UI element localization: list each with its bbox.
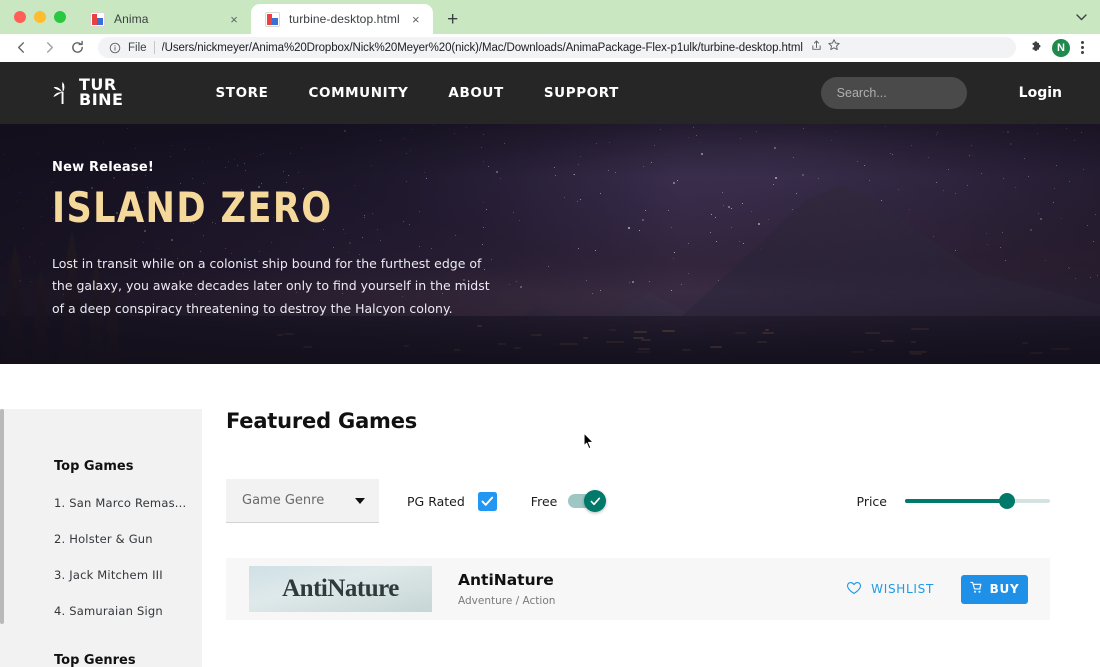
chevron-down-icon[interactable] <box>1068 4 1094 30</box>
sidebar: Top Games 1. San Marco Remas... 2. Holst… <box>0 409 202 667</box>
shopping-cart-icon <box>970 581 983 597</box>
wishlist-button[interactable]: WISHLIST <box>846 581 934 598</box>
hero-banner: New Release! ISLAND ZERO Lost in transit… <box>0 124 1100 364</box>
hero-eyebrow: New Release! <box>52 160 522 175</box>
browser-toolbar: File /Users/nickmeyer/Anima%20Dropbox/Ni… <box>0 34 1100 62</box>
tab-title: turbine-desktop.html <box>289 12 400 26</box>
price-slider[interactable] <box>905 491 1050 511</box>
wishlist-label: WISHLIST <box>871 582 934 596</box>
hero-title: ISLAND ZERO <box>52 187 489 229</box>
game-card-antinature[interactable]: AntiNature AntiNature Adventure / Action… <box>226 558 1050 620</box>
heart-outline-icon <box>846 581 862 598</box>
pg-rated-filter[interactable]: PG Rated <box>407 492 497 511</box>
anima-favicon <box>90 12 105 27</box>
sidebar-item-game-2[interactable]: 2. Holster & Gun <box>54 532 202 546</box>
game-thumbnail-text: AntiNature <box>282 575 399 603</box>
checkmark-icon <box>481 496 494 507</box>
star-icon[interactable] <box>827 38 841 57</box>
sidebar-item-game-1[interactable]: 1. San Marco Remas... <box>54 496 202 510</box>
game-card-info: AntiNature Adventure / Action <box>458 571 846 607</box>
search-placeholder: Search... <box>837 86 887 100</box>
tab-strip: Anima × turbine-desktop.html × + <box>0 0 1100 34</box>
divider <box>154 41 155 54</box>
nav-link-store[interactable]: STORE <box>215 85 308 101</box>
site-logo[interactable]: TUR BINE <box>52 78 123 108</box>
share-icon[interactable] <box>810 39 823 57</box>
forward-arrow-icon[interactable] <box>36 35 62 61</box>
close-window-button[interactable] <box>14 11 26 23</box>
sidebar-heading-top-games: Top Games <box>54 459 202 474</box>
game-genre: Adventure / Action <box>458 595 846 607</box>
free-filter[interactable]: Free <box>531 494 603 509</box>
turbine-blades-icon <box>52 80 74 106</box>
pg-rated-checkbox[interactable] <box>478 492 497 511</box>
sidebar-heading-top-genres: Top Genres <box>54 653 202 667</box>
chevron-down-icon <box>355 498 365 504</box>
nav-link-about[interactable]: ABOUT <box>448 85 543 101</box>
price-label: Price <box>857 494 888 509</box>
free-label: Free <box>531 494 558 509</box>
url-text: /Users/nickmeyer/Anima%20Dropbox/Nick%20… <box>162 42 803 54</box>
window-traffic-lights <box>8 0 76 34</box>
game-genre-value: Game Genre <box>242 493 324 508</box>
browser-tab-turbine-desktop[interactable]: turbine-desktop.html × <box>251 4 433 34</box>
browser-window: Anima × turbine-desktop.html × + <box>0 0 1100 667</box>
hero-description: Lost in transit while on a colonist ship… <box>52 253 492 320</box>
page-title: Featured Games <box>226 409 1050 433</box>
page-scrollbar[interactable] <box>0 409 4 624</box>
maximize-window-button[interactable] <box>54 11 66 23</box>
hero-content: New Release! ISLAND ZERO Lost in transit… <box>52 160 522 320</box>
new-tab-button[interactable]: + <box>439 5 467 33</box>
pg-rated-label: PG Rated <box>407 494 465 509</box>
browser-tab-anima[interactable]: Anima × <box>76 4 251 34</box>
buy-label: BUY <box>990 582 1020 596</box>
slider-fill <box>905 499 1007 503</box>
checkmark-icon <box>590 497 601 506</box>
reload-icon[interactable] <box>64 35 90 61</box>
page-viewport: TUR BINE STORE COMMUNITY ABOUT SUPPORT S… <box>0 62 1100 667</box>
game-title: AntiNature <box>458 571 846 589</box>
login-link[interactable]: Login <box>1019 85 1062 101</box>
close-icon[interactable]: × <box>227 12 241 26</box>
close-icon[interactable]: × <box>409 12 423 26</box>
buy-button[interactable]: BUY <box>961 575 1028 604</box>
sidebar-item-game-3[interactable]: 3. Jack Mitchem III <box>54 568 202 582</box>
three-dot-menu-icon[interactable] <box>1072 38 1092 58</box>
address-bar[interactable]: File /Users/nickmeyer/Anima%20Dropbox/Ni… <box>98 37 1016 58</box>
info-circle-icon[interactable] <box>108 41 121 54</box>
main-content: Featured Games Game Genre PG Rated <box>202 364 1100 620</box>
slider-thumb[interactable] <box>999 493 1015 509</box>
game-thumbnail: AntiNature <box>249 566 432 612</box>
free-toggle[interactable] <box>568 494 602 508</box>
nav-link-support[interactable]: SUPPORT <box>544 85 659 101</box>
price-filter: Price <box>857 491 1051 511</box>
site-header: TUR BINE STORE COMMUNITY ABOUT SUPPORT S… <box>0 62 1100 124</box>
profile-avatar[interactable]: N <box>1052 39 1070 57</box>
url-scheme-label: File <box>128 42 147 54</box>
sidebar-item-game-4[interactable]: 4. Samuraian Sign <box>54 604 202 618</box>
tab-title: Anima <box>114 12 218 26</box>
nav-link-community[interactable]: COMMUNITY <box>309 85 449 101</box>
anima-favicon <box>265 12 280 27</box>
puzzle-piece-icon[interactable] <box>1024 35 1050 61</box>
back-arrow-icon[interactable] <box>8 35 34 61</box>
site-search-input[interactable]: Search... <box>821 77 967 109</box>
filter-bar: Game Genre PG Rated Free <box>226 479 1050 523</box>
primary-navigation: STORE COMMUNITY ABOUT SUPPORT <box>215 85 659 101</box>
game-genre-select[interactable]: Game Genre <box>226 479 379 523</box>
toggle-knob <box>584 490 606 512</box>
content-area: Top Games 1. San Marco Remas... 2. Holst… <box>0 364 1100 667</box>
minimize-window-button[interactable] <box>34 11 46 23</box>
logo-line-2: BINE <box>79 93 123 108</box>
